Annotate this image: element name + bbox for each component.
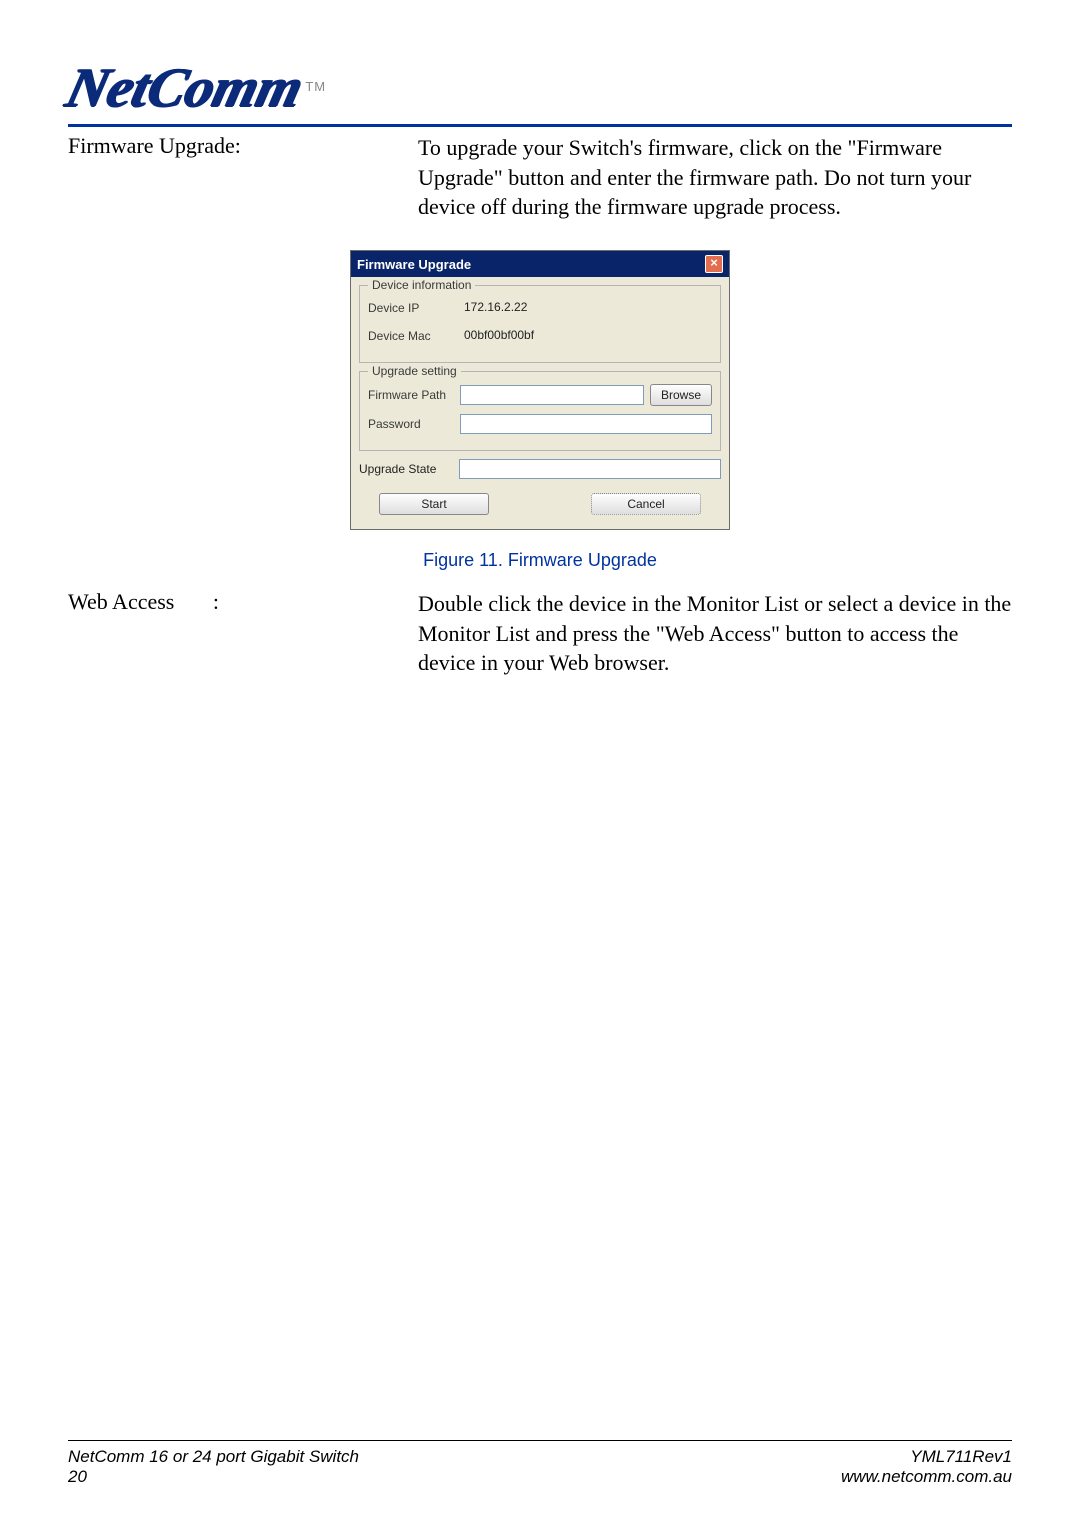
section-body-webaccess: Double click the device in the Monitor L… xyxy=(418,589,1012,678)
section-body-firmware: To upgrade your Switch's firmware, click… xyxy=(418,133,1012,222)
section-firmware-upgrade: Firmware Upgrade: To upgrade your Switch… xyxy=(68,133,1012,222)
page-number: 20 xyxy=(68,1467,87,1487)
legend-upgrade-setting: Upgrade setting xyxy=(368,364,461,378)
figure-caption: Figure 11. Firmware Upgrade xyxy=(68,550,1012,571)
legend-device-info: Device information xyxy=(368,278,475,292)
label-device-ip: Device IP xyxy=(368,301,460,315)
groupbox-device-info: Device information Device IP 172.16.2.22… xyxy=(359,285,721,363)
groupbox-upgrade-setting: Upgrade setting Firmware Path Browse Pas… xyxy=(359,371,721,451)
footer-left-top: NetComm 16 or 24 port Gigabit Switch xyxy=(68,1447,359,1467)
page-footer: NetComm 16 or 24 port Gigabit Switch YML… xyxy=(68,1440,1012,1487)
brand-row: NetComm TM xyxy=(68,60,1012,118)
dialog-titlebar: Firmware Upgrade × xyxy=(351,251,729,277)
label-password: Password xyxy=(368,417,460,431)
header-rule xyxy=(68,124,1012,127)
close-icon[interactable]: × xyxy=(705,255,723,273)
section-label-webaccess: Web Access : xyxy=(68,589,418,678)
upgrade-state-row: Upgrade State xyxy=(359,459,721,479)
trademark-mark: TM xyxy=(305,79,326,94)
value-device-mac: 00bf00bf00bf xyxy=(460,326,712,346)
brand-logo: NetComm xyxy=(61,60,309,118)
upgrade-state-value xyxy=(459,459,721,479)
footer-rule xyxy=(68,1440,1012,1441)
footer-url: www.netcomm.com.au xyxy=(841,1467,1012,1487)
cancel-button[interactable]: Cancel xyxy=(591,493,701,515)
password-input[interactable] xyxy=(460,414,712,434)
dialog-button-row: Start Cancel xyxy=(351,479,729,529)
section-web-access: Web Access : Double click the device in … xyxy=(68,589,1012,678)
label-firmware-path: Firmware Path xyxy=(368,388,460,402)
value-device-ip: 172.16.2.22 xyxy=(460,298,712,318)
start-button[interactable]: Start xyxy=(379,493,489,515)
section-label-firmware: Firmware Upgrade: xyxy=(68,133,418,222)
label-device-mac: Device Mac xyxy=(368,329,460,343)
firmware-path-input[interactable] xyxy=(460,385,644,405)
label-upgrade-state: Upgrade State xyxy=(359,462,459,476)
firmware-dialog-wrap: Firmware Upgrade × Device information De… xyxy=(350,250,730,530)
browse-button[interactable]: Browse xyxy=(650,384,712,406)
firmware-dialog: Firmware Upgrade × Device information De… xyxy=(350,250,730,530)
footer-right-top: YML711Rev1 xyxy=(910,1447,1012,1467)
dialog-title: Firmware Upgrade xyxy=(357,257,471,272)
